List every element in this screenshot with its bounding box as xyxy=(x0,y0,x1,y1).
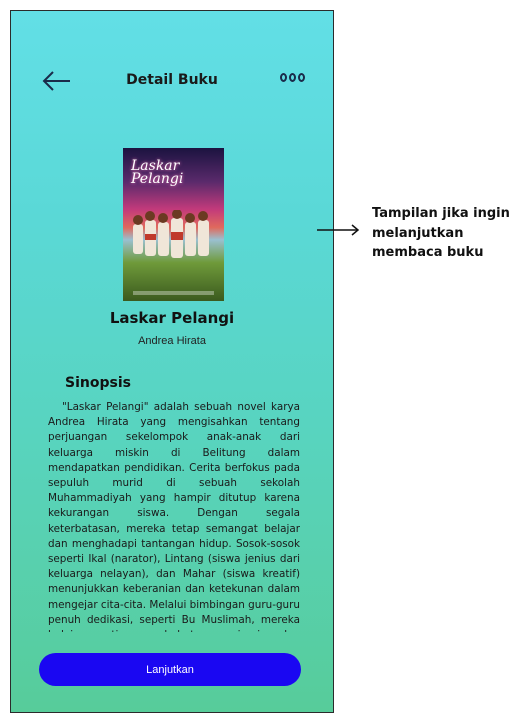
cover-title-text: Laskar Pelangi xyxy=(131,158,184,187)
more-dots-icon xyxy=(280,73,287,82)
annotation-text: Tampilan jika ingin melanjutkan membaca … xyxy=(372,206,510,260)
top-bar: Detail Buku xyxy=(11,67,333,97)
cover-illustration xyxy=(133,210,209,258)
continue-button[interactable]: Lanjutkan xyxy=(39,653,301,686)
cover-credits xyxy=(133,291,214,295)
book-cover[interactable]: Laskar Pelangi xyxy=(123,148,224,301)
book-title: Laskar Pelangi xyxy=(109,309,235,327)
more-dots-icon xyxy=(289,73,296,82)
annotation: Tampilan jika ingin melanjutkan membaca … xyxy=(316,204,522,268)
more-dots-icon xyxy=(298,73,305,82)
synopsis-text: "Laskar Pelangi" adalah sebuah novel kar… xyxy=(48,401,300,632)
more-options-button[interactable] xyxy=(280,73,305,82)
arrow-right-icon xyxy=(317,224,360,236)
synopsis-heading: Sinopsis xyxy=(65,375,131,391)
book-author: Andrea Hirata xyxy=(138,335,206,347)
phone-screen: Detail Buku Laskar Pelangi Laskar Pelang… xyxy=(10,10,334,713)
